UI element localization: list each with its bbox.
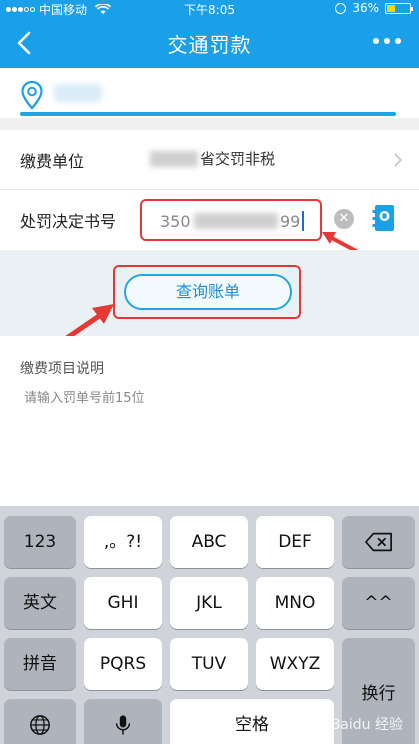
decision-number-input[interactable]: 350 99 xyxy=(140,199,322,241)
notebook-icon[interactable] xyxy=(372,204,396,232)
decision-value-suffix: 99 xyxy=(280,212,301,231)
query-highlight-frame: 查询账单 xyxy=(113,265,301,319)
page-title: 交通罚款 xyxy=(167,33,252,57)
key-wxyz[interactable]: WXYZ xyxy=(256,638,334,690)
decision-label: 处罚决定书号 xyxy=(20,212,117,231)
location-underline xyxy=(20,112,396,116)
alarm-icon xyxy=(335,2,347,14)
location-row[interactable] xyxy=(0,68,419,118)
status-right: 36% xyxy=(335,1,413,15)
chevron-right-icon xyxy=(394,153,403,167)
query-bill-button[interactable]: 查询账单 xyxy=(124,274,292,310)
explanation-hint: 请输入罚单号前15位 xyxy=(24,391,145,406)
key-english[interactable]: 英文 xyxy=(4,577,76,629)
space-key[interactable]: 空格 xyxy=(170,699,334,744)
mic-key[interactable] xyxy=(84,699,162,744)
key-123[interactable]: 123 xyxy=(4,516,76,568)
key-mno[interactable]: MNO xyxy=(256,577,334,629)
keyboard: 123 ,。?! ABC DEF 英文 GHI JKL MNO ^^ 拼音 PQ… xyxy=(0,506,419,744)
globe-icon xyxy=(30,715,50,735)
query-section: 查询账单 xyxy=(0,250,419,336)
section-divider xyxy=(0,118,419,130)
status-bar: 中国移动 下午8:05 36% xyxy=(0,0,419,18)
key-punctuation[interactable]: ,。?! xyxy=(84,516,162,568)
key-abc[interactable]: ABC xyxy=(170,516,248,568)
top-bar: 中国移动 下午8:05 36% 交通罚款 xyxy=(0,0,419,68)
key-jkl[interactable]: JKL xyxy=(170,577,248,629)
payee-value-wrap: 省交罚非税 xyxy=(150,148,275,169)
payee-value: 省交罚非税 xyxy=(200,150,276,168)
clear-icon[interactable]: ✕ xyxy=(334,209,354,229)
key-pinyin[interactable]: 拼音 xyxy=(4,638,76,690)
more-dots-icon[interactable] xyxy=(373,38,401,44)
key-return[interactable]: 换行 xyxy=(342,638,415,744)
decision-number-row: 处罚决定书号 350 99 ✕ xyxy=(0,190,419,250)
explanation-section: 缴费项目说明 请输入罚单号前15位 xyxy=(0,336,419,506)
redacted-province xyxy=(150,150,198,167)
redacted-location xyxy=(54,84,102,102)
decision-value-prefix: 350 xyxy=(160,212,191,231)
key-pqrs[interactable]: PQRS xyxy=(84,638,162,690)
backspace-icon xyxy=(364,532,392,552)
location-pin-icon xyxy=(21,80,43,110)
key-def[interactable]: DEF xyxy=(256,516,334,568)
key-emoticon[interactable]: ^^ xyxy=(342,577,415,629)
battery-level xyxy=(387,4,395,12)
backspace-key[interactable] xyxy=(342,516,415,568)
battery-icon xyxy=(385,2,413,14)
key-ghi[interactable]: GHI xyxy=(84,577,162,629)
nav-bar: 交通罚款 xyxy=(0,18,419,68)
payee-label: 缴费单位 xyxy=(20,152,85,171)
explanation-title: 缴费项目说明 xyxy=(20,361,104,377)
text-cursor xyxy=(302,211,304,231)
globe-key[interactable] xyxy=(4,699,76,744)
key-tuv[interactable]: TUV xyxy=(170,638,248,690)
payee-row[interactable]: 缴费单位 省交罚非税 xyxy=(0,130,419,190)
microphone-icon xyxy=(115,715,131,735)
battery-percent: 36% xyxy=(352,1,379,15)
redacted-number xyxy=(194,213,278,229)
